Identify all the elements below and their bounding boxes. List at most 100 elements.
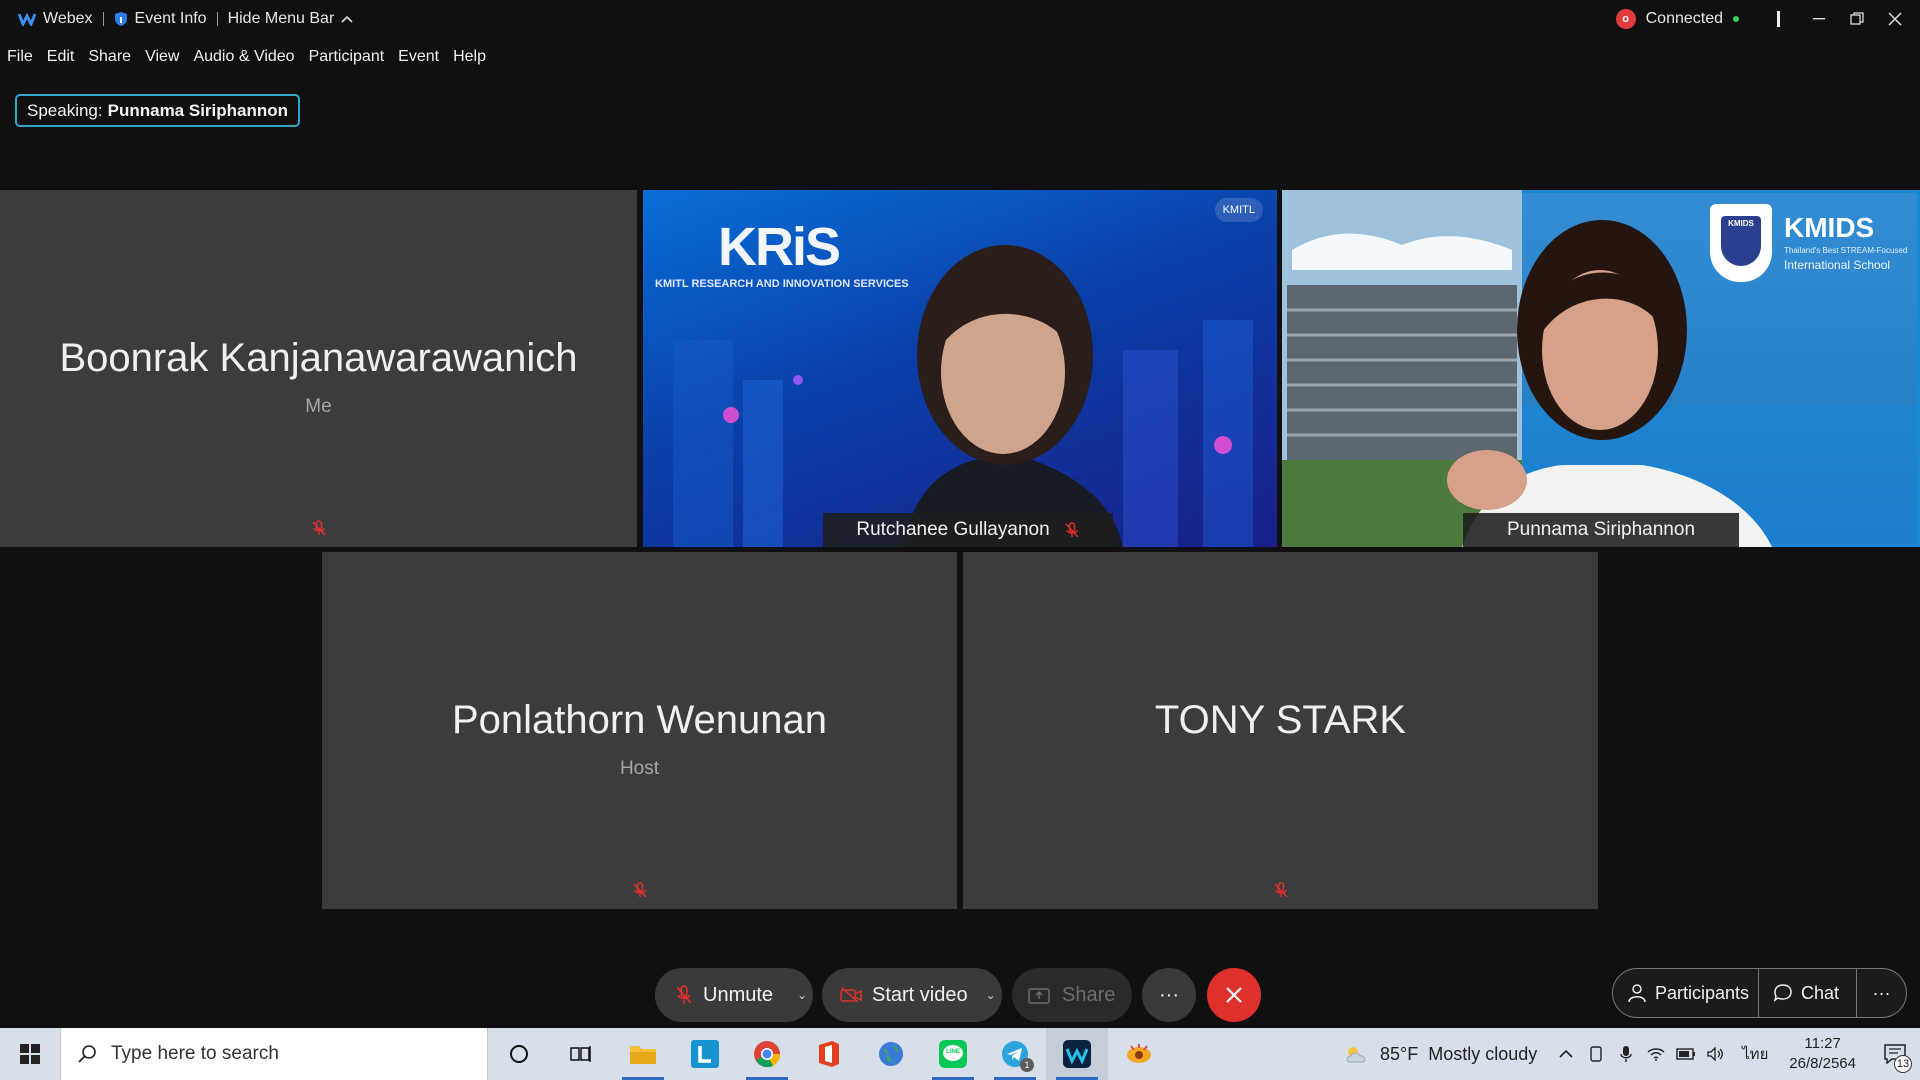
weather-temp: 85°F: [1380, 1043, 1419, 1064]
connected-dot-icon: [1733, 16, 1739, 22]
title-bar: Webex Event Info Hide Menu Bar o Connect…: [0, 0, 1920, 38]
participants-panel-button[interactable]: Participants: [1612, 968, 1759, 1018]
side-more-button[interactable]: ···: [1857, 968, 1907, 1018]
start-video-button[interactable]: Start video ⌄: [822, 968, 1002, 1022]
close-icon: [1888, 12, 1902, 26]
video-tile-ponlathorn[interactable]: Ponlathorn Wenunan Host: [322, 552, 957, 909]
mic-muted-icon: [1065, 522, 1079, 538]
more-options-button[interactable]: ···: [1142, 968, 1196, 1022]
taskbar-globe-app[interactable]: [860, 1028, 922, 1080]
participant-video-person: [903, 245, 1123, 547]
folder-icon: [630, 1046, 656, 1064]
recording-icon: o: [1615, 9, 1636, 29]
chrome-icon: [754, 1041, 781, 1068]
weather-desc: Mostly cloudy: [1428, 1043, 1538, 1064]
taskbar-office[interactable]: [798, 1028, 860, 1080]
menu-participant[interactable]: Participant: [302, 48, 392, 66]
menu-help[interactable]: Help: [446, 48, 493, 66]
share-icon: [1028, 988, 1050, 1004]
tray-device-icon[interactable]: [1581, 1046, 1611, 1062]
taskbar-eye-app[interactable]: [1108, 1028, 1170, 1080]
mic-muted-icon: [311, 520, 326, 536]
unmute-button[interactable]: Unmute ⌄: [655, 968, 813, 1022]
share-label: Share: [1062, 983, 1116, 1006]
menu-event[interactable]: Event: [391, 48, 446, 66]
notification-count: 13: [1894, 1055, 1912, 1073]
video-tile-boonrak[interactable]: Boonrak Kanjanawarawanich Me: [0, 190, 637, 547]
tray-language[interactable]: ไทย: [1731, 1042, 1779, 1066]
search-placeholder: Type here to search: [111, 1043, 279, 1064]
menu-view[interactable]: View: [138, 48, 186, 66]
clock-date: 26/8/2564: [1789, 1055, 1856, 1072]
notification-center-button[interactable]: 13: [1870, 1028, 1920, 1080]
menu-share[interactable]: Share: [81, 48, 138, 66]
wifi-icon: [1647, 1048, 1665, 1061]
taskbar-chrome[interactable]: [736, 1028, 798, 1080]
participants-label: Participants: [1655, 982, 1750, 1003]
video-tile-rutchanee[interactable]: KRiS KMITL RESEARCH AND INNOVATION SERVI…: [643, 190, 1277, 547]
participant-name-bar: Rutchanee Gullayanon: [823, 513, 1113, 547]
close-icon: [1226, 987, 1242, 1003]
cloudy-weather-icon: [1346, 1047, 1366, 1063]
menu-file[interactable]: File: [0, 48, 40, 66]
connection-label: Connected: [1645, 10, 1723, 27]
participant-name: TONY STARK: [1154, 698, 1407, 742]
speaking-name: Punnama Siriphannon: [107, 100, 289, 120]
hide-menu-bar-button[interactable]: Hide Menu Bar: [218, 0, 364, 38]
restore-button[interactable]: [1838, 0, 1876, 38]
event-info-button[interactable]: Event Info: [104, 0, 217, 38]
share-button[interactable]: Share: [1012, 968, 1132, 1022]
menu-bar: File Edit Share View Audio & Video Parti…: [0, 44, 493, 70]
window-separator: [1777, 11, 1780, 27]
taskbar-webex[interactable]: [1046, 1028, 1108, 1080]
tray-mic-icon[interactable]: [1611, 1045, 1641, 1063]
search-icon: [78, 1045, 96, 1063]
leave-meeting-button[interactable]: [1207, 968, 1261, 1022]
minimize-button[interactable]: [1800, 0, 1838, 38]
globe-icon: [879, 1042, 903, 1066]
chat-bubble-icon: [1773, 984, 1792, 1002]
l-app-icon: [691, 1040, 719, 1068]
cortana-button[interactable]: [488, 1028, 550, 1080]
connection-status[interactable]: o Connected: [1615, 9, 1757, 29]
chevron-down-icon[interactable]: ⌄: [986, 988, 996, 1002]
tray-wifi-icon[interactable]: [1641, 1047, 1671, 1061]
line-app-text: LINE: [946, 1049, 960, 1055]
language-label: ไทย: [1742, 1046, 1769, 1063]
participant-video-person: [1447, 220, 1772, 547]
telegram-badge: 1: [1020, 1058, 1034, 1072]
chevron-down-icon[interactable]: ⌄: [797, 988, 807, 1002]
speaking-indicator: Speaking: Punnama Siriphannon: [15, 94, 301, 127]
eye-app-icon: [1127, 1044, 1151, 1063]
menu-edit[interactable]: Edit: [40, 48, 82, 66]
participant-role: Host: [619, 758, 660, 779]
office-icon: [819, 1041, 839, 1067]
taskbar-telegram[interactable]: 1: [984, 1028, 1046, 1080]
menu-audio-video[interactable]: Audio & Video: [186, 48, 301, 66]
video-tile-punnama[interactable]: KMIDS KMIDS Thailand's Best STREAM-Focus…: [1282, 190, 1920, 547]
participant-name: Boonrak Kanjanawarawanich: [59, 336, 578, 380]
weather-widget[interactable]: 85°F Mostly cloudy: [1344, 1044, 1551, 1065]
chevron-up-icon: [1559, 1049, 1573, 1058]
device-icon: [1590, 1046, 1602, 1062]
taskbar-line[interactable]: LINE: [922, 1028, 984, 1080]
close-window-button[interactable]: [1876, 0, 1914, 38]
mic-muted-icon: [676, 985, 692, 1004]
taskbar-file-explorer[interactable]: [612, 1028, 674, 1080]
event-info-label: Event Info: [134, 10, 207, 27]
taskbar-search-box[interactable]: Type here to search: [60, 1028, 488, 1080]
show-hidden-icons-button[interactable]: [1551, 1049, 1581, 1059]
task-view-button[interactable]: [550, 1028, 612, 1080]
video-tile-tony-stark[interactable]: TONY STARK: [963, 552, 1598, 909]
person-icon: [1628, 984, 1646, 1003]
tray-battery-icon[interactable]: [1671, 1048, 1701, 1060]
participant-name-bar: Punnama Siriphannon: [1463, 513, 1739, 547]
chevron-up-icon: [341, 15, 353, 23]
clock-time: 11:27: [1804, 1035, 1841, 1052]
taskbar-app-l[interactable]: [674, 1028, 736, 1080]
chat-panel-button[interactable]: Chat: [1759, 968, 1857, 1018]
start-button[interactable]: [0, 1028, 60, 1080]
taskbar-clock[interactable]: 11:27 26/8/2564: [1779, 1034, 1870, 1074]
tray-volume-icon[interactable]: [1701, 1047, 1731, 1061]
restore-icon: [1850, 12, 1864, 25]
